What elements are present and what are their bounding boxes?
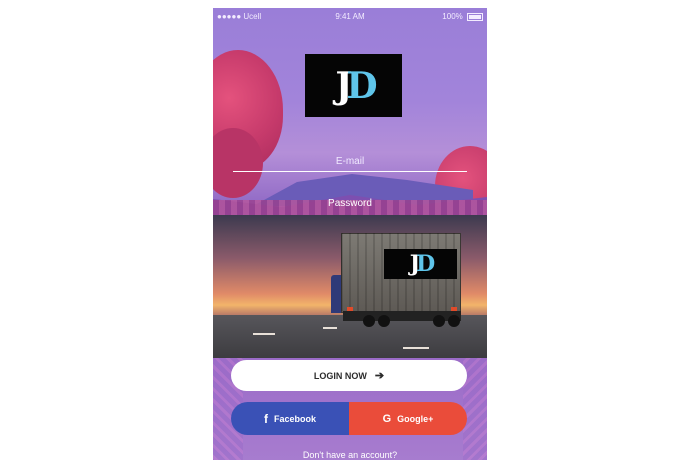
facebook-icon: f — [263, 411, 268, 426]
status-bar: ●●●●● Ucell 9:41 AM 100% — [213, 8, 487, 26]
wheel — [448, 315, 460, 327]
facebook-button-label: Facebook — [273, 413, 316, 424]
lane-marking — [323, 327, 337, 329]
google-button-label: Google+ — [397, 413, 434, 424]
taillight — [347, 307, 353, 311]
lane-marking — [403, 347, 429, 349]
signup-link[interactable]: Don't have an account? — [213, 450, 487, 460]
email-field[interactable]: E-mail — [213, 156, 487, 167]
wheel — [378, 315, 390, 327]
email-field-underline — [233, 171, 467, 172]
google-icon: G — [382, 412, 392, 425]
battery-status: 100% — [442, 12, 483, 21]
logo-letter-j: J — [335, 64, 352, 107]
password-field[interactable]: Password — [213, 198, 487, 209]
lane-marking — [253, 333, 275, 335]
trailer-logo: JD — [384, 249, 457, 279]
google-login-button[interactable]: G Google+ — [349, 402, 467, 435]
truck-photo: JD — [213, 215, 487, 358]
header-illustration: ●●●●● Ucell 9:41 AM 100% JD E-mail Passw… — [213, 8, 487, 215]
logo-letter-d: D — [346, 64, 377, 107]
wheel — [433, 315, 445, 327]
wheel — [363, 315, 375, 327]
login-button[interactable]: LOGIN NOW ➔ — [231, 360, 467, 391]
trailer-logo-letter-d: D — [416, 251, 435, 277]
trailer-logo-text: JD — [410, 251, 436, 277]
facebook-login-button[interactable]: f Facebook — [231, 402, 349, 435]
phone-screen: ●●●●● Ucell 9:41 AM 100% JD E-mail Passw… — [213, 8, 487, 460]
arrow-right-icon: ➔ — [374, 370, 385, 382]
login-button-label: LOGIN NOW — [313, 370, 367, 381]
battery-percent: 100% — [442, 12, 463, 21]
taillight — [451, 307, 457, 311]
actions-panel: LOGIN NOW ➔ f Facebook G Google+ Don't h… — [213, 358, 487, 460]
battery-icon — [467, 12, 483, 21]
social-login-group: f Facebook G Google+ — [231, 402, 467, 435]
logo-text: JD — [335, 64, 377, 107]
app-logo: JD — [305, 54, 402, 117]
road — [213, 315, 487, 358]
